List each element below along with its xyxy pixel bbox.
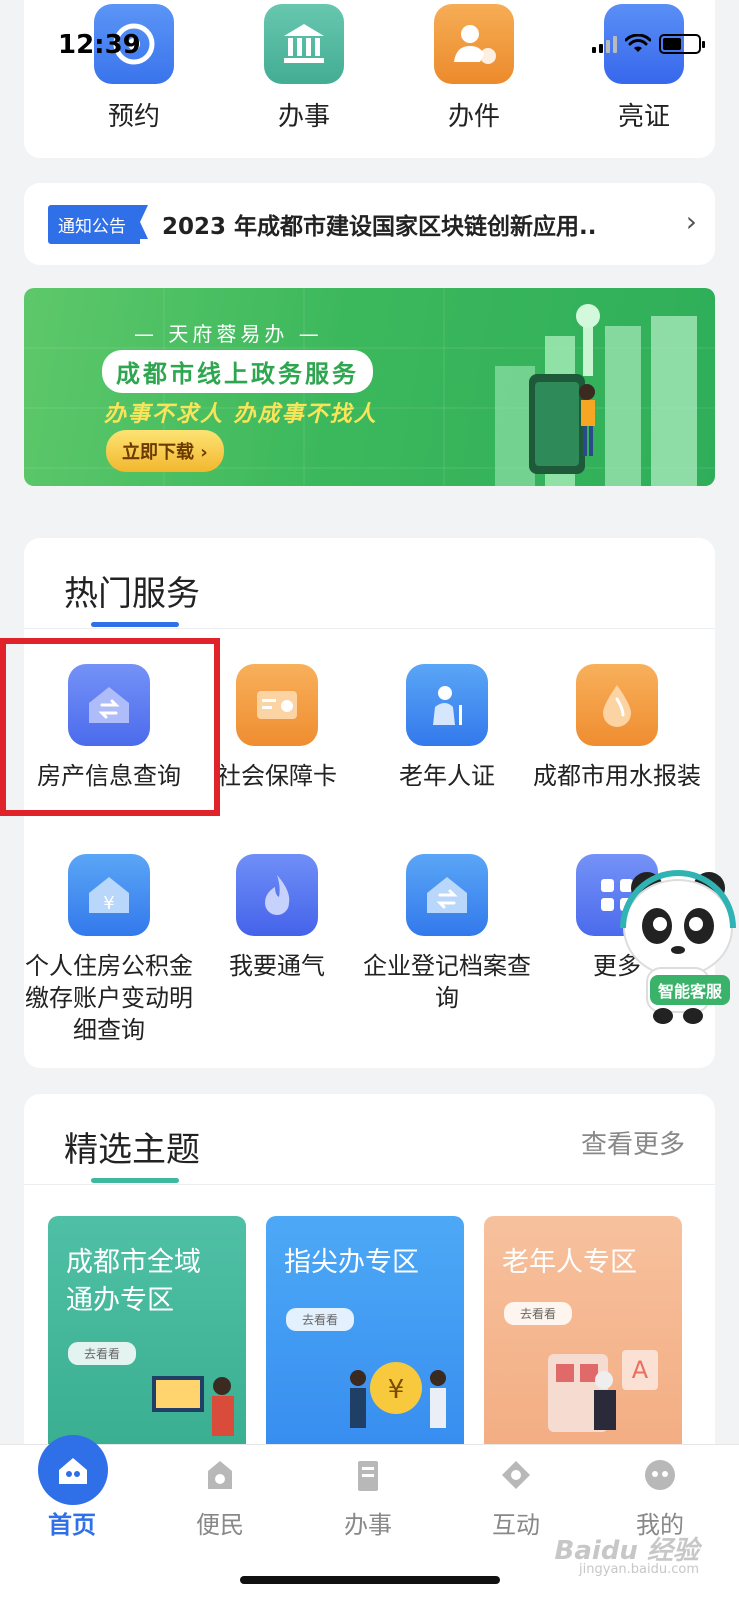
id-card-icon [236, 664, 318, 746]
elder-icon [406, 664, 488, 746]
svg-text:A: A [632, 1356, 649, 1384]
cellular-signal-icon [592, 35, 617, 53]
service-label: 个人住房公积金缴存账户变动明细查询 [25, 952, 193, 1044]
battery-icon [659, 34, 705, 54]
featured-topics-card: 精选主题 查看更多 成都市全域通办专区 去看看 指尖办专区 去看看 ¥ 老年人专… [24, 1094, 715, 1494]
service-label: 成都市用水报装 [533, 762, 701, 790]
house-transfer-icon [406, 854, 488, 936]
tab-label: 首页 [48, 1511, 96, 1539]
download-button[interactable]: 立即下载 › [106, 430, 224, 472]
hot-services-title: 热门服务 [64, 574, 200, 614]
section-underline [91, 622, 179, 627]
city-illustration [495, 304, 697, 486]
promo-banner[interactable]: — 天府蓉易办 — 成都市线上政务服务 办事不求人 办成事不找人 立即下载 › [24, 288, 715, 486]
service-water-installation[interactable]: 成都市用水报装 [532, 664, 702, 792]
service-elder-certificate[interactable]: 老年人证 [362, 664, 532, 792]
service-label: 我要通气 [229, 952, 325, 980]
person-badge-icon [434, 4, 514, 84]
notice-text: 2023 年成都市建设国家区块链创新应用.. [162, 214, 597, 240]
shortcut-label: 办事 [277, 102, 330, 132]
banner-subtitle: — 天府蓉易办 — [134, 322, 323, 346]
section-underline [91, 1178, 179, 1183]
shortcut-label: 预约 [107, 102, 160, 132]
water-drop-icon [576, 664, 658, 746]
tab-label: 办事 [344, 1511, 392, 1539]
profile-icon [645, 1460, 675, 1490]
watermark-url: jingyan.baidu.com [579, 1562, 699, 1577]
highlight-box [0, 638, 220, 816]
service-gas-connection[interactable]: 我要通气 [192, 854, 362, 982]
status-time: 12:39 [58, 30, 141, 60]
notice-bar[interactable]: 通知公告 2023 年成都市建设国家区块链创新应用.. › [24, 183, 715, 265]
section-divider [24, 1184, 715, 1185]
status-icons [592, 34, 705, 54]
banner-title: 成都市线上政务服务 [102, 350, 373, 393]
shortcut-label: 办件 [447, 102, 500, 132]
section-divider [24, 628, 715, 629]
assistant-badge[interactable]: 智能客服 [650, 975, 731, 1005]
shortcut-show-license[interactable]: 亮证 [584, 4, 704, 133]
shortcut-label: 亮证 [617, 102, 670, 132]
chevron-right-icon: › [685, 205, 697, 238]
office-icon [358, 1461, 378, 1491]
notice-tag: 通知公告 [48, 204, 148, 244]
house-yuan-icon: ¥ [68, 854, 150, 936]
svg-text:¥: ¥ [103, 893, 114, 914]
service-enterprise-archive[interactable]: 企业登记档案查询 [362, 854, 532, 1014]
svg-text:¥: ¥ [388, 1375, 405, 1405]
shortcut-appointment[interactable]: 预约 [74, 4, 194, 133]
home-icon [38, 1435, 108, 1505]
bank-building-icon [264, 4, 344, 84]
home-indicator [240, 1576, 500, 1584]
interaction-icon [502, 1461, 530, 1489]
view-more-link[interactable]: 查看更多 [581, 1124, 685, 1161]
wifi-icon [625, 34, 651, 52]
service-label: 企业登记档案查询 [363, 952, 531, 1012]
service-label: 老年人证 [399, 762, 495, 790]
quick-actions-card: 预约 办事 办件 亮证 [24, 0, 715, 158]
shortcut-services[interactable]: 办事 [244, 4, 364, 133]
banner-slogan: 办事不求人 办成事不找人 [104, 402, 378, 427]
flame-icon [236, 854, 318, 936]
tab-label: 便民 [196, 1511, 244, 1539]
shortcut-cases[interactable]: 办件 [414, 4, 534, 133]
featured-title: 精选主题 [64, 1130, 200, 1170]
service-housing-fund-details[interactable]: ¥ 个人住房公积金缴存账户变动明细查询 [24, 854, 194, 1046]
convenience-icon [208, 1461, 232, 1489]
